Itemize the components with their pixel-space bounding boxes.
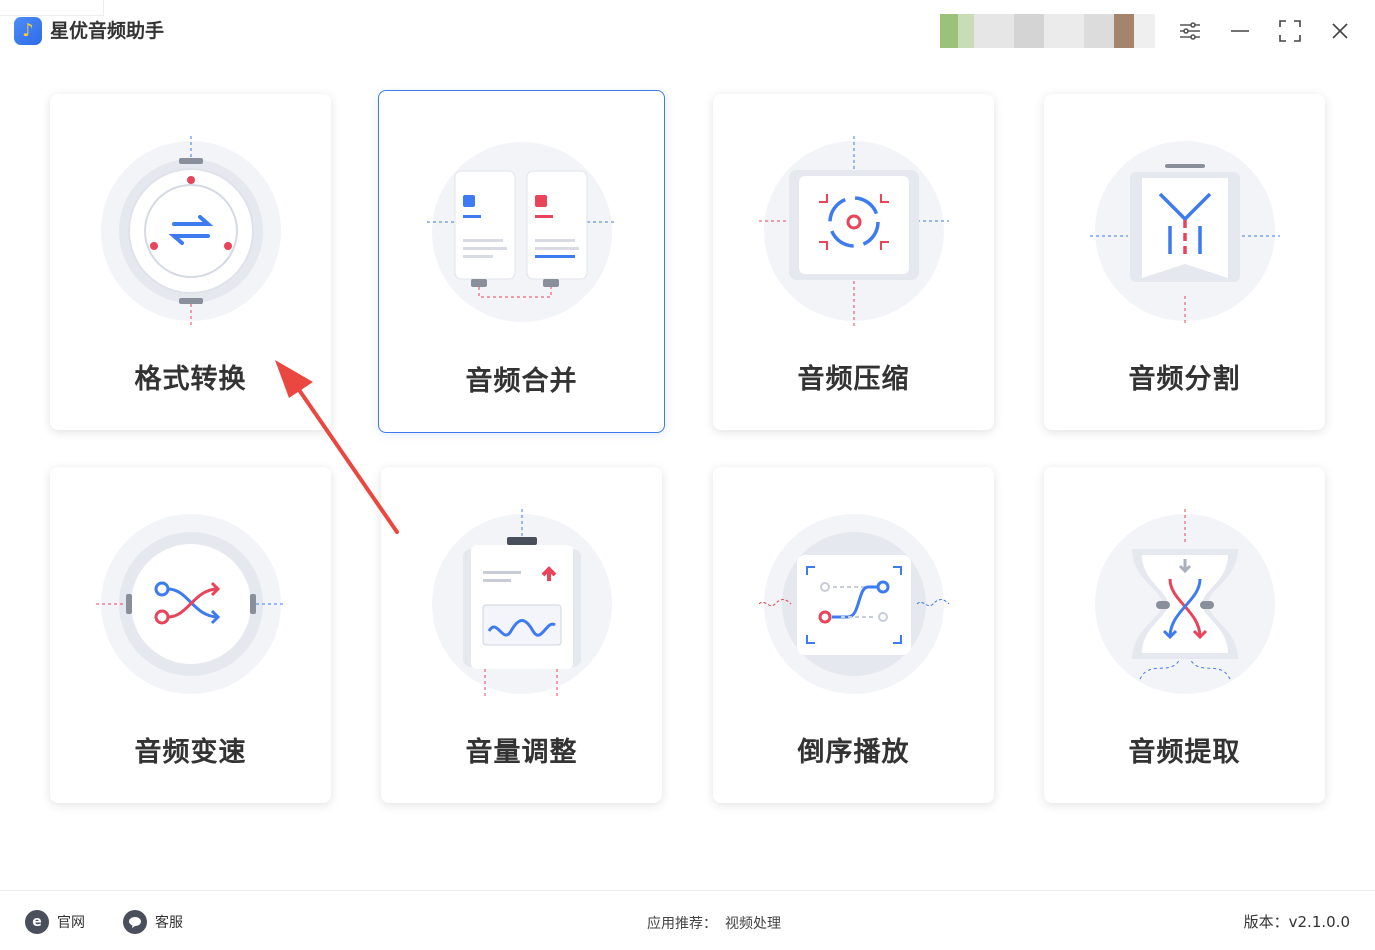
version-text: 版本：v2.1.0.0: [1243, 913, 1350, 931]
card-label: 倒序播放: [797, 737, 910, 768]
card-audio-merge[interactable]: 音频合并: [378, 90, 665, 433]
ie-globe-icon: e: [25, 910, 49, 934]
volume-adjust-icon: [427, 509, 617, 699]
maximize-icon[interactable]: [1275, 16, 1305, 46]
card-label: 音频提取: [1128, 737, 1241, 768]
title-tab: [0, 0, 104, 16]
support-label: 客服: [155, 915, 183, 931]
card-audio-split[interactable]: 音频分割: [1044, 94, 1325, 430]
website-link[interactable]: e 官网: [25, 910, 85, 934]
card-label: 音频变速: [134, 737, 247, 768]
audio-merge-icon: [426, 137, 617, 327]
close-icon[interactable]: [1325, 16, 1355, 46]
website-label: 官网: [57, 915, 85, 931]
chat-bubble-icon: [123, 910, 147, 934]
card-label: 音频压缩: [797, 364, 910, 395]
card-audio-extract[interactable]: 音频提取: [1044, 467, 1325, 803]
card-label: 音量调整: [465, 737, 578, 768]
footer-bar: e 官网 客服 应用推荐： 视频处理 版本：v2.1.0.0: [0, 890, 1375, 950]
app-recommend: 应用推荐： 视频处理: [647, 913, 781, 933]
format-convert-icon: [96, 136, 286, 326]
recommend-prefix: 应用推荐：: [647, 916, 717, 932]
card-label: 音频合并: [465, 366, 578, 397]
annotation-arrow: [275, 360, 399, 534]
minimize-icon[interactable]: [1225, 16, 1255, 46]
card-volume-adjust[interactable]: 音量调整: [381, 467, 662, 803]
reverse-play-icon: [758, 509, 949, 699]
settings-sliders-icon[interactable]: [1175, 16, 1205, 46]
recommend-link-video[interactable]: 视频处理: [725, 916, 781, 932]
title-bar: ♪ 星优音频助手: [0, 0, 1375, 62]
audio-speed-icon: [95, 509, 286, 699]
audio-extract-icon: [1090, 509, 1280, 699]
user-avatar-blurred[interactable]: [940, 14, 1155, 48]
card-label: 音频分割: [1128, 364, 1241, 395]
card-reverse-play[interactable]: 倒序播放: [713, 467, 994, 803]
card-audio-compress[interactable]: 音频压缩: [713, 94, 994, 430]
audio-split-icon: [1089, 136, 1280, 326]
app-logo-icon: ♪: [14, 17, 42, 45]
audio-compress-icon: [758, 136, 949, 326]
app-title: 星优音频助手: [50, 20, 165, 42]
support-link[interactable]: 客服: [123, 910, 183, 934]
